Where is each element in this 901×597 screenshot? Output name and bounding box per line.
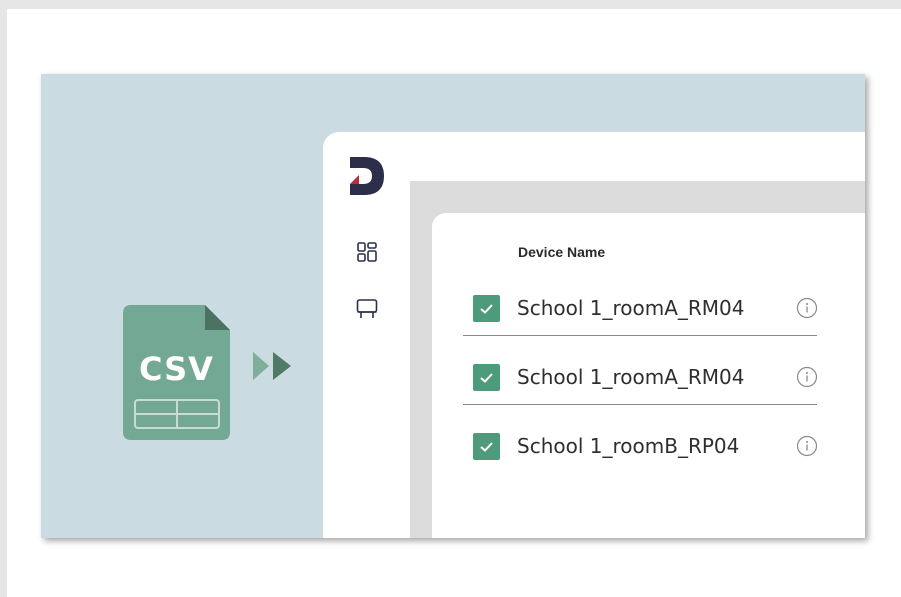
device-name: School 1_roomB_RP04	[517, 434, 740, 458]
display-icon[interactable]	[356, 298, 378, 320]
csv-label: CSV	[139, 350, 214, 388]
csv-file-icon: CSV	[123, 305, 230, 440]
checkbox-checked[interactable]	[473, 295, 500, 322]
content-area: Device Name School 1_roomA_RM04 School 1…	[410, 181, 865, 538]
table-row[interactable]: School 1_roomA_RM04	[463, 364, 818, 405]
info-icon[interactable]	[796, 366, 818, 388]
table-row[interactable]: School 1_roomA_RM04	[463, 295, 818, 336]
checkbox-checked[interactable]	[473, 364, 500, 391]
table-row[interactable]: School 1_roomB_RP04	[463, 433, 818, 473]
app-window: Device Name School 1_roomA_RM04 School 1…	[323, 132, 865, 538]
app-logo-icon	[350, 157, 384, 195]
device-table-card: Device Name School 1_roomA_RM04 School 1…	[432, 213, 865, 538]
info-icon[interactable]	[796, 297, 818, 319]
grid-icon[interactable]	[356, 241, 378, 263]
hero-illustration: CSV Device Name School 1_roomA_RM04 Scho…	[41, 74, 865, 538]
column-header-device-name: Device Name	[518, 244, 606, 260]
double-play-arrow-icon	[253, 352, 293, 380]
device-name: School 1_roomA_RM04	[517, 296, 745, 320]
info-icon[interactable]	[796, 435, 818, 457]
device-name: School 1_roomA_RM04	[517, 365, 745, 389]
checkbox-checked[interactable]	[473, 433, 500, 460]
